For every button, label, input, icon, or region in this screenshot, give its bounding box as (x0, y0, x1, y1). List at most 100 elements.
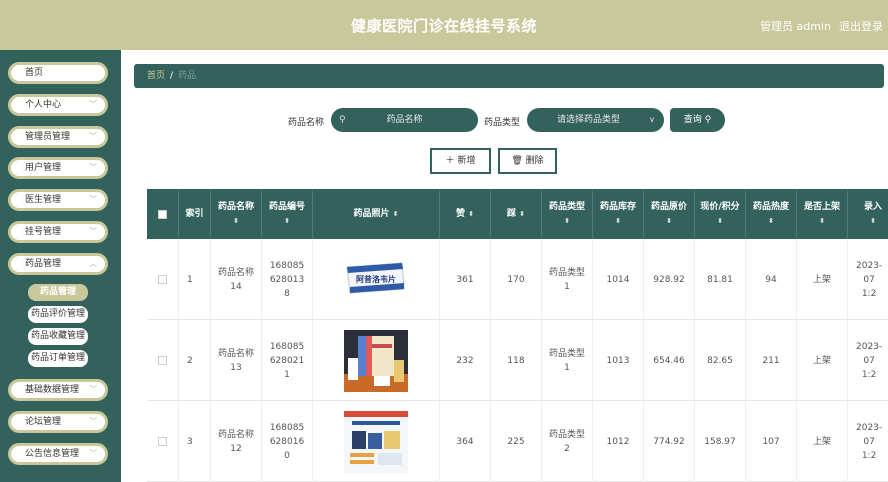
sidebar-item-registration-management[interactable]: 挂号管理 ﹀ (8, 221, 108, 243)
plus-icon: ＋ (445, 156, 455, 166)
column-title: 药品原价 (650, 202, 687, 212)
table-row: 3 药品名称12 1680856280160 364 225 药品类型2 101… (147, 401, 888, 482)
column-header[interactable]: 药品原价 ⬍ (644, 189, 695, 239)
sort-icon[interactable]: ⬍ (233, 214, 239, 228)
heat-cell: 211 (746, 320, 797, 401)
sidebar-item-notice[interactable]: 公告信息管理 ﹀ (8, 443, 108, 465)
select-all-cell (147, 189, 179, 239)
column-header: 索引 (179, 189, 211, 239)
sidebar-item-user-management[interactable]: 用户管理 ﹀ (8, 157, 108, 179)
chevron-down-icon: ∨ (649, 115, 655, 124)
sidebar-item-personal-center[interactable]: 个人中心 ﹀ (8, 94, 108, 116)
on-shelf-cell: 上架 (797, 401, 848, 482)
current-user[interactable]: 管理员 admin (760, 18, 831, 34)
code-cell: 1680856280211 (262, 320, 313, 401)
column-title: 踩 (507, 209, 517, 219)
sort-icon[interactable]: ⬍ (870, 214, 876, 228)
sort-icon[interactable]: ⬍ (615, 214, 621, 228)
logout-link[interactable]: 退出登录 (839, 18, 883, 34)
top-bar: 健康医院门诊在线挂号系统 管理员 admin 退出登录 (0, 0, 888, 50)
sort-icon[interactable]: ⬍ (564, 214, 570, 228)
sidebar-item-medicine-management[interactable]: 药品管理 ︿ (8, 253, 108, 275)
column-header[interactable]: 药品名称 ⬍ (211, 189, 262, 239)
submenu-medicine-management[interactable]: 药品管理 (28, 284, 88, 301)
on-shelf-cell: 上架 (797, 320, 848, 401)
column-header[interactable]: 踩 ⬍ (491, 189, 542, 239)
row-checkbox[interactable] (158, 275, 167, 284)
heat-cell: 107 (746, 401, 797, 482)
price-cell: 158.97 (695, 401, 746, 482)
photo-cell: 阿昔洛韦片 (313, 239, 440, 320)
sidebar-item-label: 个人中心 (25, 100, 62, 110)
chevron-down-icon: ﹀ (89, 132, 97, 141)
column-header[interactable]: 赞 ⬍ (440, 189, 491, 239)
sort-icon[interactable]: ⬍ (717, 214, 723, 228)
medicine-photo[interactable] (344, 410, 408, 473)
column-header[interactable]: 药品热度 ⬍ (746, 189, 797, 239)
sort-icon[interactable]: ⬍ (393, 207, 399, 221)
medicine-photo[interactable] (344, 329, 408, 392)
app-title: 健康医院门诊在线挂号系统 (350, 17, 537, 35)
sidebar-item-doctor-management[interactable]: 医生管理 ﹀ (8, 189, 108, 211)
submenu-medicine-favorites[interactable]: 药品收藏管理 (28, 328, 88, 345)
submenu-medicine-orders[interactable]: 药品订单管理 (28, 350, 88, 367)
column-title: 赞 (456, 209, 466, 219)
breadcrumb: 首页 / 药品 (134, 64, 884, 88)
column-header[interactable]: 录入 ⬍ (848, 189, 888, 239)
name-cell: 药品名称13 (211, 320, 262, 401)
stock-cell: 1014 (593, 239, 644, 320)
query-button[interactable]: 查询 ⚲ (670, 108, 725, 132)
sort-icon[interactable]: ⬍ (468, 207, 474, 221)
column-header[interactable]: 是否上架 ⬍ (797, 189, 848, 239)
submenu-medicine-review[interactable]: 药品评价管理 (28, 306, 88, 323)
likes-cell: 364 (440, 401, 491, 482)
name-search-input[interactable]: ⚲ 药品名称 (331, 108, 478, 132)
heat-cell: 94 (746, 239, 797, 320)
photo-cell (313, 320, 440, 401)
column-header[interactable]: 药品照片 ⬍ (313, 189, 440, 239)
sort-icon[interactable]: ⬍ (768, 214, 774, 228)
sort-icon[interactable]: ⬍ (666, 214, 672, 228)
trash-icon: 🗑 (511, 156, 523, 166)
table-header: 索引 药品名称 ⬍ 药品编号 ⬍ 药品照片 ⬍ 赞 ⬍ 踩 ⬍ 药品类型 ⬍ 药品库存 ⬍ 药… (147, 189, 888, 239)
column-header[interactable]: 现价/积分 ⬍ (695, 189, 746, 239)
breadcrumb-current: 药品 (178, 71, 197, 81)
dislikes-cell: 225 (491, 401, 542, 482)
row-select-cell (147, 401, 179, 482)
table-row: 2 药品名称13 1680856280211 232 118 药品类型1 101… (147, 320, 888, 401)
chevron-down-icon: ﹀ (89, 195, 97, 204)
sort-icon[interactable]: ⬍ (819, 214, 825, 228)
column-title: 药品库存 (599, 202, 636, 212)
add-button[interactable]: ＋ 新增 (430, 148, 491, 174)
sidebar-item-admin-management[interactable]: 管理员管理 ﹀ (8, 126, 108, 148)
chevron-down-icon: ﹀ (89, 227, 97, 236)
type-select[interactable]: 请选择药品类型 ∨ (527, 108, 664, 132)
name-cell: 药品名称14 (211, 239, 262, 320)
original-price-cell: 774.92 (644, 401, 695, 482)
sort-icon[interactable]: ⬍ (284, 214, 290, 228)
type-cell: 药品类型1 (542, 239, 593, 320)
row-select-cell (147, 320, 179, 401)
row-checkbox[interactable] (158, 356, 167, 365)
sidebar-item-base-data[interactable]: 基础数据管理 ﹀ (8, 379, 108, 401)
code-cell: 1680856280138 (262, 239, 313, 320)
sidebar-item-home[interactable]: 首页 (8, 62, 108, 84)
column-header[interactable]: 药品编号 ⬍ (262, 189, 313, 239)
sidebar-item-label: 论坛管理 (25, 417, 62, 427)
sort-icon[interactable]: ⬍ (519, 207, 525, 221)
breadcrumb-home[interactable]: 首页 (147, 71, 165, 81)
index-cell: 1 (179, 239, 211, 320)
select-all-checkbox[interactable] (158, 209, 167, 219)
sidebar-item-forum[interactable]: 论坛管理 ﹀ (8, 411, 108, 433)
date-cell: 2023-07 1:2 (848, 320, 888, 401)
index-cell: 2 (179, 320, 211, 401)
column-header[interactable]: 药品库存 ⬍ (593, 189, 644, 239)
row-checkbox[interactable] (158, 437, 167, 446)
medicine-photo[interactable]: 阿昔洛韦片 (344, 248, 408, 311)
column-title: 录入 (863, 202, 882, 212)
delete-button-label: 删除 (525, 156, 544, 166)
delete-button[interactable]: 🗑 删除 (498, 148, 557, 174)
chevron-down-icon: ﹀ (89, 417, 97, 426)
sidebar-item-label: 药品管理 (25, 259, 62, 269)
column-header[interactable]: 药品类型 ⬍ (542, 189, 593, 239)
